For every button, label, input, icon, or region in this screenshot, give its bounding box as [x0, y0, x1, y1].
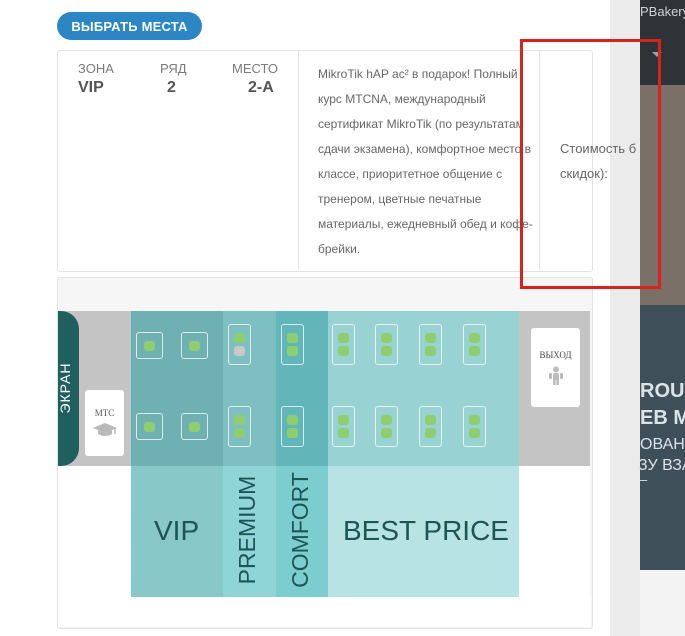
seat-status [189, 340, 200, 351]
seat[interactable] [281, 406, 304, 447]
background-footer [640, 570, 685, 636]
screen-label: ЭКРАН [57, 362, 73, 414]
seat[interactable] [375, 406, 398, 447]
divider [298, 51, 299, 270]
seat-status [144, 421, 155, 432]
seat-status [144, 340, 155, 351]
seat-value: 2-А [248, 79, 274, 96]
seat-status [381, 333, 392, 343]
seat-status [381, 346, 392, 356]
seat-status [287, 333, 298, 343]
seat-status [425, 333, 436, 343]
promo-line-2: EB M [640, 407, 685, 429]
person-icon [548, 366, 563, 385]
seat-status [338, 333, 349, 343]
seat[interactable] [281, 324, 304, 365]
seat-status [469, 346, 480, 356]
row-value: 2 [167, 79, 176, 96]
zone-label-best-price: BEST PRICE [343, 515, 509, 546]
seat-status [234, 415, 245, 425]
zone-label-comfort: COMFORT [287, 472, 313, 588]
seat-status [425, 346, 436, 356]
mtc-marker: MTC [85, 390, 124, 456]
seat[interactable] [332, 406, 355, 447]
seat-status [381, 428, 392, 438]
seat[interactable] [181, 332, 208, 359]
seat-status [287, 415, 298, 425]
zone-label: ЗОНА [78, 61, 114, 76]
exit-label: ВЫХОД [539, 349, 572, 360]
seat-status [338, 346, 349, 356]
promo-line-5: – [640, 472, 648, 487]
zone-label-vip: VIP [154, 515, 200, 546]
seat-status [469, 415, 480, 425]
package-description: MikroTik hAP ac² в подарок! Полный курс … [318, 67, 533, 256]
seat[interactable] [181, 413, 208, 440]
seat[interactable] [136, 332, 163, 359]
choose-seats-button[interactable]: ВЫБРАТЬ МЕСТА [57, 12, 202, 40]
seat-status [338, 415, 349, 425]
promo-line-1: ROUT [640, 380, 685, 402]
highlight-box [520, 39, 661, 289]
exit-marker: ВЫХОД [531, 328, 580, 407]
seat[interactable] [419, 406, 442, 447]
seat-status [287, 428, 298, 438]
seat[interactable] [228, 406, 251, 447]
seat[interactable] [228, 324, 251, 365]
seat-status-taken [234, 346, 245, 356]
seat[interactable] [136, 413, 163, 440]
promo-line-3: ОВАН [640, 436, 685, 453]
row-label: РЯД [160, 61, 187, 76]
mtc-label: MTC [94, 408, 115, 418]
plugin-label: PBakery [640, 4, 685, 19]
seat[interactable] [463, 406, 486, 447]
seat[interactable] [419, 324, 442, 365]
seat-status [469, 333, 480, 343]
seat-status [381, 415, 392, 425]
seat-map-footer [58, 597, 591, 627]
seat[interactable] [332, 324, 355, 365]
seat-label: МЕСТО [232, 61, 278, 76]
zone-value: VIP [78, 79, 104, 96]
seat-status [189, 421, 200, 432]
seat[interactable] [463, 324, 486, 365]
seat-status [234, 333, 245, 343]
seat-status [425, 415, 436, 425]
seat-status [234, 428, 245, 438]
seat-status [338, 428, 349, 438]
seat-status [425, 428, 436, 438]
seat-status [287, 346, 298, 356]
seat-status [469, 428, 480, 438]
seat[interactable] [375, 324, 398, 365]
graduation-cap-icon [92, 423, 117, 436]
zone-label-premium: PREMIUM [234, 475, 260, 585]
